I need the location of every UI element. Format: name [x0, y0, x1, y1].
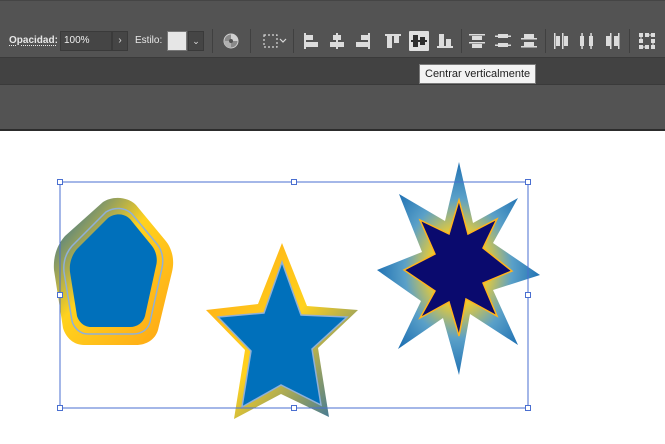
separator [461, 29, 462, 53]
vertical-align-center-icon[interactable] [409, 31, 429, 51]
opacity-slider-button[interactable]: › [112, 31, 128, 51]
style-label: Estilo: [135, 35, 163, 46]
secondary-bar [0, 57, 665, 85]
handle-bottom-center[interactable] [291, 405, 297, 411]
distribute-horizontal-center-icon[interactable] [577, 31, 597, 51]
ruler-area [0, 85, 665, 131]
vertical-align-bottom-icon[interactable] [435, 31, 455, 51]
separator [250, 29, 251, 53]
distribute-right-icon[interactable] [603, 31, 623, 51]
tooltip: Centrar verticalmente [419, 64, 537, 84]
align-to-selection-icon[interactable] [262, 31, 288, 51]
distribute-left-icon[interactable] [551, 31, 571, 51]
distribute-top-icon[interactable] [467, 31, 487, 51]
separator [212, 29, 213, 53]
handle-middle-right[interactable] [525, 292, 531, 298]
align-left-icon[interactable] [301, 31, 321, 51]
star5-fill [216, 259, 349, 409]
handle-top-right[interactable] [525, 179, 531, 185]
graphic-style-dropdown[interactable]: ⌄ [188, 31, 204, 51]
recolor-artwork-icon[interactable] [221, 31, 241, 51]
graphic-style-swatch[interactable] [167, 31, 187, 51]
opacity-input[interactable]: 100% [60, 31, 112, 51]
handle-middle-left[interactable] [57, 292, 63, 298]
handle-bottom-right[interactable] [525, 405, 531, 411]
artboard[interactable] [0, 131, 665, 439]
separator [293, 29, 294, 53]
distribute-bottom-icon[interactable] [519, 31, 539, 51]
transform-icon[interactable] [637, 31, 657, 51]
handle-top-center[interactable] [291, 179, 297, 185]
separator [545, 29, 546, 53]
vertical-align-top-icon[interactable] [383, 31, 403, 51]
separator [629, 29, 630, 53]
horizontal-align-center-icon[interactable] [327, 31, 347, 51]
canvas-artwork[interactable] [0, 131, 665, 439]
handle-top-left[interactable] [57, 179, 63, 185]
align-right-icon[interactable] [353, 31, 373, 51]
distribute-vertical-center-icon[interactable] [493, 31, 513, 51]
handle-bottom-left[interactable] [57, 405, 63, 411]
control-bar: Opacidad: 100% › Estilo: ⌄ [0, 0, 665, 57]
opacity-label[interactable]: Opacidad: [9, 35, 58, 46]
